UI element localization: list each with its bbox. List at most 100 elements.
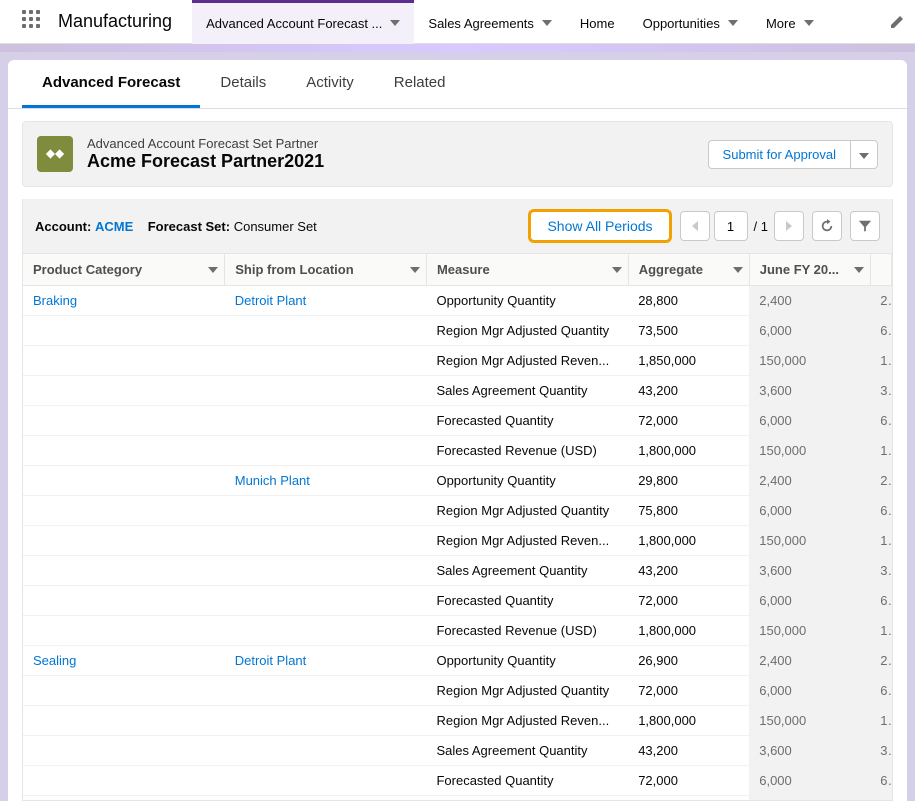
chevron-down-icon[interactable] xyxy=(728,20,738,26)
cell-next-period[interactable]: 1 xyxy=(870,436,891,466)
cell-period-value[interactable]: 150,000 xyxy=(749,796,870,801)
cell-ship-from-location xyxy=(225,676,427,706)
product-category-link[interactable]: Sealing xyxy=(33,653,76,668)
cell-measure: Region Mgr Adjusted Reven... xyxy=(426,706,628,736)
account-link[interactable]: ACME xyxy=(95,219,133,234)
location-link[interactable]: Detroit Plant xyxy=(235,293,307,308)
col-period[interactable]: June FY 20... xyxy=(749,254,870,286)
chevron-down-icon xyxy=(854,267,864,273)
cell-measure: Forecasted Revenue (USD) xyxy=(426,436,628,466)
prev-page-button[interactable] xyxy=(680,211,710,241)
tab-advanced-forecast[interactable]: Advanced Forecast xyxy=(22,60,200,108)
cell-ship-from-location xyxy=(225,526,427,556)
cell-period-value[interactable]: 150,000 xyxy=(749,526,870,556)
table-row: Region Mgr Adjusted Reven...1,850,000150… xyxy=(23,346,892,376)
show-all-periods-button[interactable]: Show All Periods xyxy=(528,209,671,243)
cell-measure: Region Mgr Adjusted Reven... xyxy=(426,526,628,556)
product-category-link[interactable]: Braking xyxy=(33,293,77,308)
chevron-right-icon xyxy=(786,221,792,231)
filter-icon xyxy=(858,219,872,233)
cell-next-period[interactable]: 2 xyxy=(870,646,891,676)
nav-tab-advanced-account-forecast[interactable]: Advanced Account Forecast ... xyxy=(192,0,414,44)
cell-next-period[interactable]: 6 xyxy=(870,586,891,616)
tab-details[interactable]: Details xyxy=(200,60,286,108)
cell-measure: Forecasted Revenue (USD) xyxy=(426,796,628,801)
page-total: / 1 xyxy=(752,219,770,234)
cell-next-period[interactable]: 1 xyxy=(870,796,891,801)
cell-product-category xyxy=(23,586,225,616)
col-next-period[interactable] xyxy=(870,254,891,286)
cell-period-value[interactable]: 6,000 xyxy=(749,406,870,436)
app-launcher-icon[interactable] xyxy=(22,10,46,34)
cell-next-period[interactable]: 1 xyxy=(870,616,891,646)
location-link[interactable]: Detroit Plant xyxy=(235,653,307,668)
cell-period-value[interactable]: 6,000 xyxy=(749,676,870,706)
refresh-button[interactable] xyxy=(812,211,842,241)
submit-dropdown-button[interactable] xyxy=(850,140,878,169)
page-input[interactable] xyxy=(714,211,748,241)
tab-activity[interactable]: Activity xyxy=(286,60,374,108)
location-link[interactable]: Munich Plant xyxy=(235,473,310,488)
nav-tab-sales-agreements[interactable]: Sales Agreements xyxy=(414,0,566,44)
cell-aggregate: 29,800 xyxy=(628,466,749,496)
cell-next-period[interactable]: 2 xyxy=(870,466,891,496)
cell-next-period[interactable]: 1 xyxy=(870,346,891,376)
cell-period-value[interactable]: 150,000 xyxy=(749,346,870,376)
cell-period-value[interactable]: 6,000 xyxy=(749,766,870,796)
next-page-button[interactable] xyxy=(774,211,804,241)
cell-measure: Region Mgr Adjusted Reven... xyxy=(426,346,628,376)
col-measure[interactable]: Measure xyxy=(426,254,628,286)
chevron-down-icon[interactable] xyxy=(390,20,400,26)
cell-next-period[interactable]: 2 xyxy=(870,286,891,316)
cell-product-category xyxy=(23,556,225,586)
cell-next-period[interactable]: 1 xyxy=(870,526,891,556)
cell-ship-from-location xyxy=(225,706,427,736)
col-ship-from-location[interactable]: Ship from Location xyxy=(225,254,427,286)
pencil-icon[interactable] xyxy=(889,14,905,30)
nav-tab-opportunities[interactable]: Opportunities xyxy=(629,0,752,44)
cell-next-period[interactable]: 6 xyxy=(870,676,891,706)
chevron-down-icon[interactable] xyxy=(542,20,552,26)
cell-product-category xyxy=(23,526,225,556)
chevron-down-icon xyxy=(208,267,218,273)
submit-for-approval-button[interactable]: Submit for Approval xyxy=(708,140,850,169)
nav-tab-more[interactable]: More xyxy=(752,0,828,44)
col-aggregate[interactable]: Aggregate xyxy=(628,254,749,286)
cell-period-value[interactable]: 6,000 xyxy=(749,496,870,526)
cell-next-period[interactable]: 3 xyxy=(870,376,891,406)
cell-ship-from-location xyxy=(225,736,427,766)
cell-next-period[interactable]: 1 xyxy=(870,706,891,736)
cell-next-period[interactable]: 6 xyxy=(870,406,891,436)
cell-ship-from-location xyxy=(225,376,427,406)
cell-aggregate: 1,800,000 xyxy=(628,526,749,556)
tab-related[interactable]: Related xyxy=(374,60,466,108)
cell-period-value[interactable]: 2,400 xyxy=(749,286,870,316)
nav-tab-home[interactable]: Home xyxy=(566,0,629,44)
table-row: BrakingDetroit PlantOpportunity Quantity… xyxy=(23,286,892,316)
cell-period-value[interactable]: 2,400 xyxy=(749,646,870,676)
cell-period-value[interactable]: 3,600 xyxy=(749,376,870,406)
table-row: Sales Agreement Quantity43,2003,6003 xyxy=(23,376,892,406)
cell-next-period[interactable]: 3 xyxy=(870,556,891,586)
page-card: Advanced Forecast Details Activity Relat… xyxy=(8,60,907,801)
filter-button[interactable] xyxy=(850,211,880,241)
cell-ship-from-location xyxy=(225,346,427,376)
cell-next-period[interactable]: 3 xyxy=(870,736,891,766)
forecast-set-value: Consumer Set xyxy=(234,219,317,234)
col-product-category[interactable]: Product Category xyxy=(23,254,225,286)
cell-period-value[interactable]: 2,400 xyxy=(749,466,870,496)
cell-period-value[interactable]: 150,000 xyxy=(749,706,870,736)
chevron-down-icon[interactable] xyxy=(804,20,814,26)
cell-period-value[interactable]: 3,600 xyxy=(749,556,870,586)
cell-next-period[interactable]: 6 xyxy=(870,766,891,796)
cell-period-value[interactable]: 150,000 xyxy=(749,616,870,646)
cell-period-value[interactable]: 150,000 xyxy=(749,436,870,466)
cell-next-period[interactable]: 6 xyxy=(870,496,891,526)
cell-period-value[interactable]: 6,000 xyxy=(749,316,870,346)
cell-period-value[interactable]: 3,600 xyxy=(749,736,870,766)
table-row: Region Mgr Adjusted Quantity73,5006,0006 xyxy=(23,316,892,346)
cell-product-category xyxy=(23,346,225,376)
cell-period-value[interactable]: 6,000 xyxy=(749,586,870,616)
cell-next-period[interactable]: 6 xyxy=(870,316,891,346)
pager: / 1 xyxy=(680,211,804,241)
